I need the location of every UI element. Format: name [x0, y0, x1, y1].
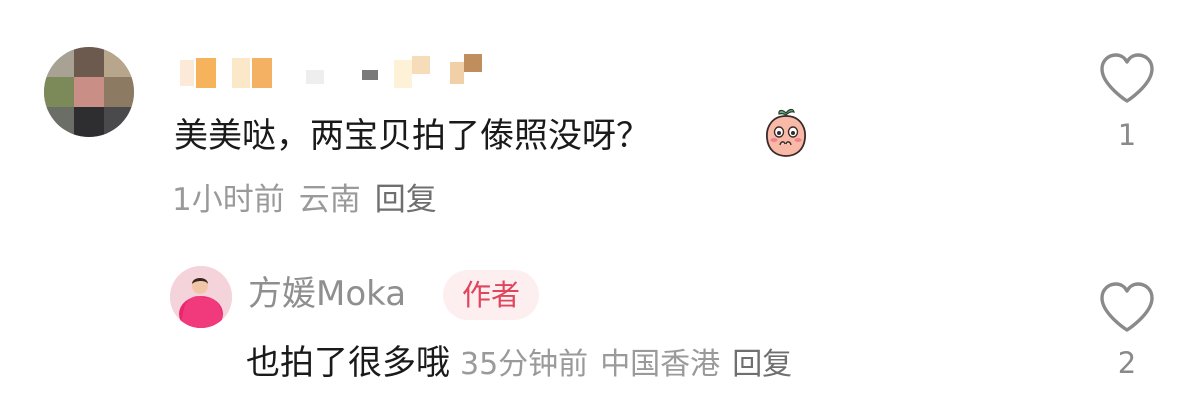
reply-like-count: 2	[1117, 346, 1137, 380]
author-avatar-image	[170, 266, 232, 328]
comment-time: 1小时前	[172, 182, 285, 218]
author-name[interactable]: 方媛Moka	[248, 272, 406, 316]
reply-location: 中国香港	[600, 347, 721, 382]
reply-time: 35分钟前	[460, 347, 589, 382]
shy-peach-emoji-icon	[766, 108, 806, 157]
reply-reply-button[interactable]: 回复	[732, 347, 792, 382]
comment-location: 云南	[298, 182, 361, 218]
reply-text: 也拍了很多哦	[246, 343, 450, 383]
comment-meta: 1小时前 云南 回复	[172, 180, 437, 220]
comment-like-count: 1	[1117, 118, 1137, 152]
heart-icon[interactable]	[1097, 280, 1157, 336]
reply-button[interactable]: 回复	[375, 182, 437, 218]
author-avatar[interactable]	[170, 266, 232, 328]
reply-content: 也拍了很多哦 35分钟前 中国香港 回复	[246, 340, 792, 392]
commenter-avatar[interactable]	[44, 47, 134, 137]
reply-meta: 35分钟前 中国香港 回复	[460, 347, 792, 382]
comment-thread: 美美哒，两宝贝拍了傣照没呀？ 1小时前 云南 回复 1 方媛Moka 作者 也拍了很…	[0, 0, 1200, 408]
comment-text: 美美哒，两宝贝拍了傣照没呀？	[174, 116, 650, 156]
heart-icon[interactable]	[1097, 51, 1157, 107]
author-badge: 作者	[443, 270, 539, 320]
commenter-username-blurred[interactable]	[180, 54, 490, 88]
